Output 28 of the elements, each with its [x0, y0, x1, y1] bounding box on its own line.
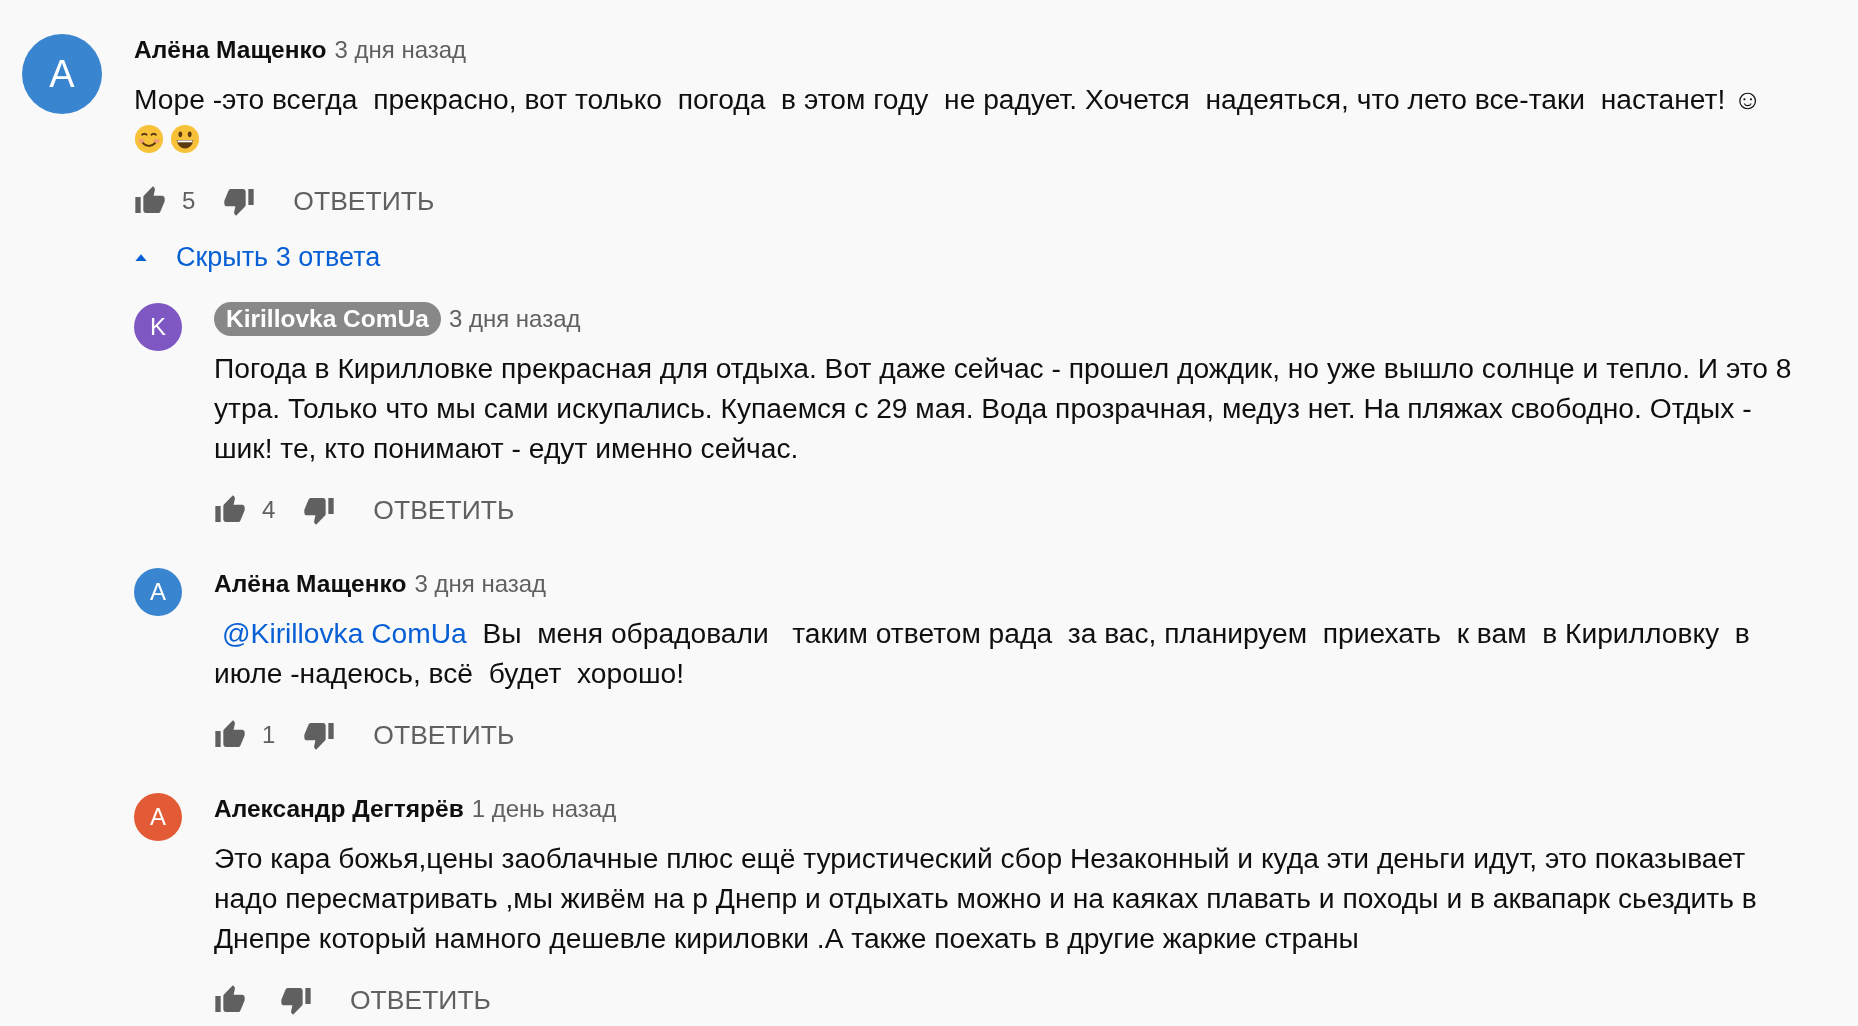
comment-text: Погода в Кирилловке прекрасная для отдыха. Вот даже сейчас - прошел дождик, но уже вышло солнце и тепло. И это 8 утра. Только что мы сами искупались. Купаемся с 29 мая. Вода прозрачная, медуз нет. На пляжах свободно. Отдых - шик! те, кто понимают - едут именно сейчас.: [214, 351, 1792, 466]
grinning-face-icon: [170, 124, 200, 154]
smiling-face-icon: [134, 124, 164, 154]
like-count: 5: [182, 187, 196, 215]
comment-text: @Kirillovka ComUa Вы меня обрадовали таким ответом рада за вас, планируем приехать к вам в Кирилловку в июле -надеюсь, всё будет хорошо!: [214, 616, 1750, 691]
reply-button[interactable]: ОТВЕТИТЬ: [373, 494, 515, 526]
like-count: 4: [262, 496, 276, 524]
reply-button[interactable]: ОТВЕТИТЬ: [293, 185, 435, 217]
avatar[interactable]: А: [22, 34, 102, 114]
avatar[interactable]: А: [134, 793, 182, 841]
reply-button[interactable]: ОТВЕТИТЬ: [373, 719, 515, 751]
comment-text: Море -это всегда прекрасно, вот только погода в этом году не радует. Хочется надеяться, что лето все-таки настанет! ☺: [134, 82, 1762, 117]
author-name[interactable]: Алёна Мащенко: [134, 36, 327, 64]
comment-time[interactable]: 3 дня назад: [448, 305, 581, 333]
like-count: 1: [262, 721, 276, 749]
avatar[interactable]: K: [134, 303, 182, 351]
hide-replies-button[interactable]: Скрыть 3 ответа: [134, 237, 381, 277]
comment-time[interactable]: 3 дня назад: [334, 36, 467, 64]
caret-icon: [134, 252, 148, 262]
mention-link[interactable]: @Kirillovka ComUa: [222, 617, 467, 649]
avatar[interactable]: А: [134, 568, 182, 616]
comment-time[interactable]: 3 дня назад: [414, 570, 547, 598]
comment-text: Это кара божья,цены заоблачные плюс ещё туристический сбор Незаконный и куда эти деньги идут, это показывает надо пересматривать ,мы живём на р Днепр и отдыхать можно и на каяках плавать и походы и в аквапарк сьездить в Днепре который намного дешевле кириловки .А также поехать в другие жаркие страны: [214, 841, 1757, 956]
comment-time[interactable]: 1 день назад: [471, 795, 617, 823]
author-name[interactable]: Алёна Мащенко: [214, 570, 407, 598]
reply-button[interactable]: ОТВЕТИТЬ: [350, 984, 491, 1016]
author-name[interactable]: Kirillovka ComUa: [214, 302, 441, 336]
author-name[interactable]: Александр Дегтярёв: [214, 795, 464, 823]
